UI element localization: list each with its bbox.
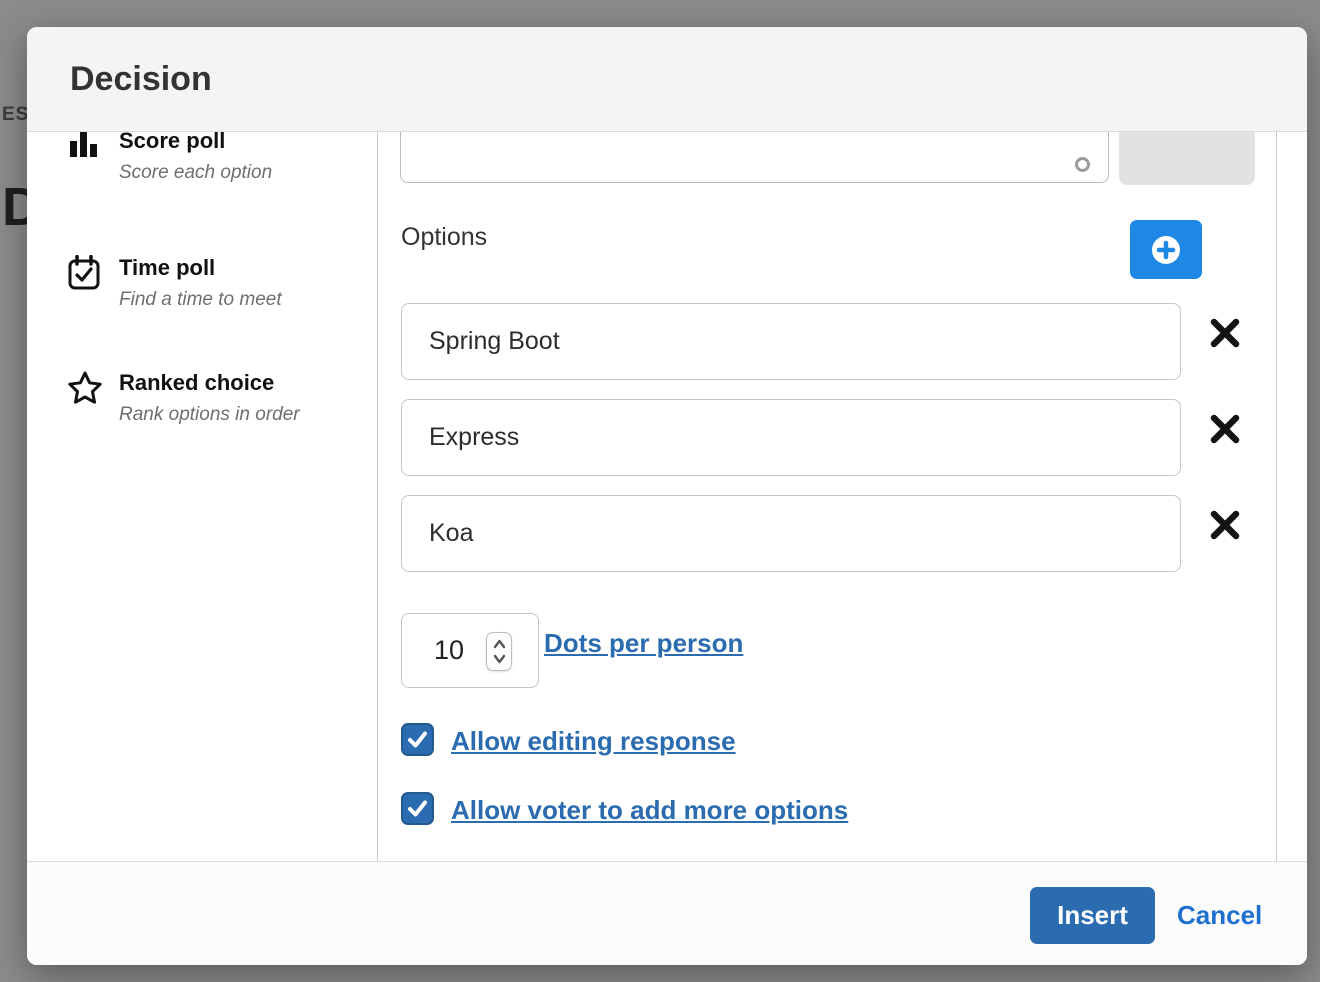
remove-option-button[interactable] [1206, 314, 1244, 352]
add-option-button[interactable] [1130, 220, 1202, 279]
dots-per-person-stepper [401, 613, 539, 688]
sidebar-item-description: Score each option [119, 161, 272, 184]
x-icon [1209, 317, 1241, 349]
star-icon [67, 368, 101, 411]
decision-modal: Decision Score poll Score each optio [27, 27, 1307, 965]
sidebar-item-label: Time poll [119, 253, 282, 283]
modal-title: Decision [70, 60, 212, 99]
poll-settings-panel: Options [378, 132, 1277, 861]
stepper-up-down-control[interactable] [486, 632, 512, 671]
option-input[interactable] [401, 495, 1181, 572]
sidebar-item-time-poll[interactable]: Time poll Find a time to meet [67, 253, 365, 311]
insert-button[interactable]: Insert [1030, 887, 1155, 944]
sidebar-item-ranked-choice[interactable]: Ranked choice Rank options in order [67, 368, 365, 426]
dots-per-person-label[interactable]: Dots per person [544, 628, 743, 659]
sidebar-item-score-poll[interactable]: Score poll Score each option [67, 126, 365, 184]
dots-per-person-input[interactable] [402, 614, 482, 687]
sidebar-item-description: Find a time to meet [119, 288, 282, 311]
modal-body: Score poll Score each option [27, 132, 1307, 861]
plus-circle-icon [1148, 232, 1184, 268]
clipped-gray-button[interactable] [1119, 126, 1255, 185]
x-icon [1209, 509, 1241, 541]
circle-icon [1075, 157, 1090, 172]
allow-add-options-checkbox[interactable] [401, 792, 434, 825]
cancel-button[interactable]: Cancel [1177, 887, 1262, 944]
allow-add-options-label[interactable]: Allow voter to add more options [451, 795, 848, 826]
up-down-chevrons-icon [492, 637, 507, 666]
checkmark-icon [405, 796, 430, 821]
option-input[interactable] [401, 303, 1181, 380]
remove-option-button[interactable] [1206, 410, 1244, 448]
options-label: Options [401, 223, 487, 252]
modal-footer: Insert Cancel [27, 861, 1307, 965]
x-icon [1209, 413, 1241, 445]
remove-option-button[interactable] [1206, 506, 1244, 544]
modal-header: Decision [27, 27, 1307, 132]
checkmark-icon [405, 727, 430, 752]
calendar-check-icon [67, 253, 101, 296]
option-input[interactable] [401, 399, 1181, 476]
allow-editing-label[interactable]: Allow editing response [451, 726, 736, 757]
sidebar-item-label: Ranked choice [119, 368, 300, 398]
sidebar-item-description: Rank options in order [119, 403, 300, 426]
poll-type-sidebar: Score poll Score each option [27, 132, 378, 861]
allow-editing-checkbox[interactable] [401, 723, 434, 756]
